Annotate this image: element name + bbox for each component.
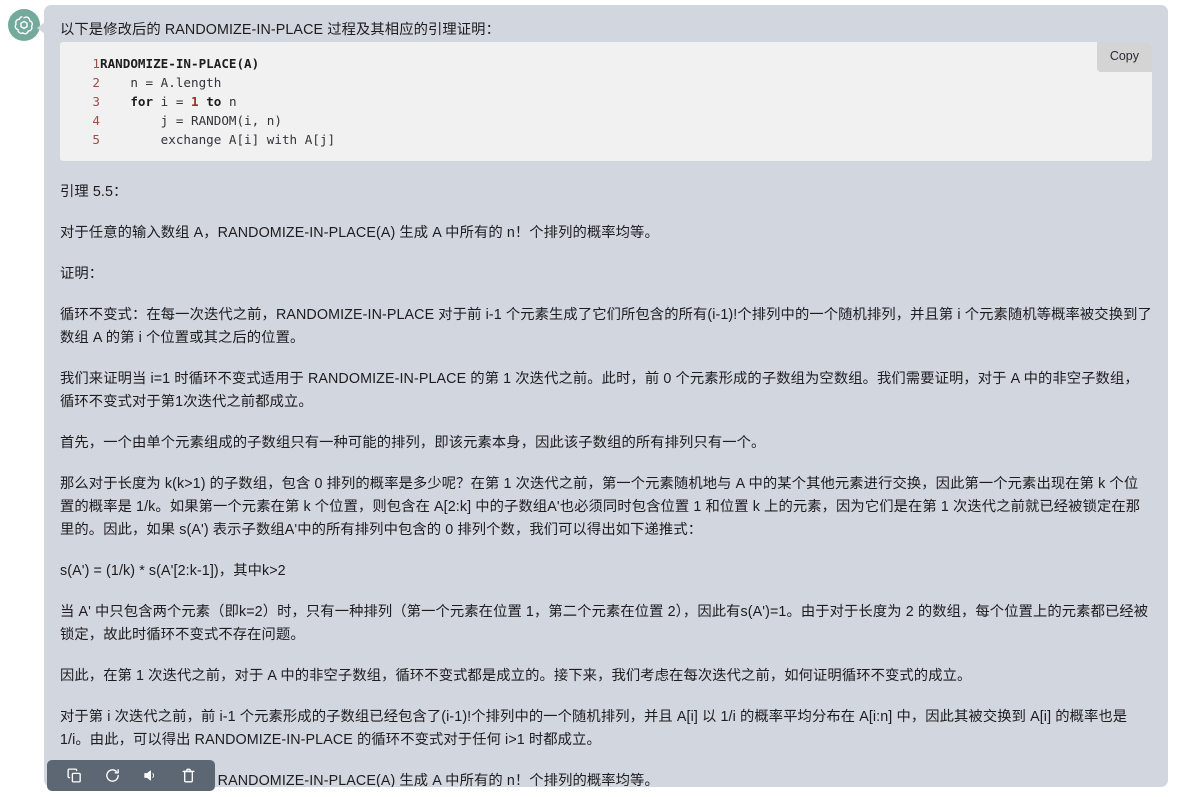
code-table: 1 RANDOMIZE-IN-PLACE(A) 2 n = A.length 3 fo… bbox=[60, 54, 335, 149]
proof-paragraph: 对于任意的输入数组 A，RANDOMIZE-IN-PLACE(A) 生成 A 中… bbox=[60, 225, 659, 241]
assistant-message-bubble: 以下是修改后的 RANDOMIZE-IN-PLACE 过程及其相应的引理证明： … bbox=[44, 5, 1168, 787]
code-line-content: n = A.length bbox=[100, 75, 222, 90]
code-line-content: RANDOMIZE-IN-PLACE(A) bbox=[100, 56, 260, 71]
proof-paragraph: s(A') = (1/k) * s(A'[2:k-1])，其中k>2 bbox=[60, 563, 286, 579]
proof-paragraph: 引理 5.5： bbox=[60, 184, 128, 200]
code-line: 1 RANDOMIZE-IN-PLACE(A) bbox=[60, 54, 335, 73]
chatgpt-logo-icon bbox=[13, 14, 35, 36]
read-aloud-button[interactable] bbox=[131, 760, 169, 791]
intro-paragraph: 以下是修改后的 RANDOMIZE-IN-PLACE 过程及其相应的引理证明： bbox=[60, 22, 500, 38]
code-line-number: 1 bbox=[92, 56, 100, 71]
proof-paragraphs: 引理 5.5： 对于任意的输入数组 A，RANDOMIZE-IN-PLACE(A)… bbox=[60, 181, 1152, 787]
code-line: 3 for i = 1 to n bbox=[60, 92, 335, 111]
proof-paragraph: 当 A' 中只包含两个元素（即k=2）时，只有一种排列（第一个元素在位置 1，第… bbox=[60, 604, 1149, 643]
code-line-number: 4 bbox=[92, 113, 100, 128]
code-line-number: 5 bbox=[92, 132, 100, 147]
proof-paragraph: 证明： bbox=[60, 266, 104, 282]
trash-icon bbox=[180, 767, 197, 784]
message-action-toolbar bbox=[47, 760, 215, 791]
code-line-number: 3 bbox=[92, 94, 100, 109]
code-block: Copy 1 RANDOMIZE-IN-PLACE(A) 2 n = A.lengt… bbox=[60, 42, 1152, 161]
delete-button[interactable] bbox=[169, 760, 207, 791]
regenerate-icon bbox=[104, 767, 121, 784]
proof-paragraph: 对于第 i 次迭代之前，前 i-1 个元素形成的子数组已经包含了(i-1)!个排… bbox=[60, 709, 1128, 748]
proof-paragraph: 循环不变式：在每一次迭代之前，RANDOMIZE-IN-PLACE 对于前 i-… bbox=[60, 307, 1152, 346]
avatar bbox=[8, 9, 40, 41]
code-line-number: 2 bbox=[92, 75, 100, 90]
copy-code-button[interactable]: Copy bbox=[1096, 42, 1152, 72]
proof-paragraph: 因此，在第 1 次迭代之前，对于 A 中的非空子数组，循环不变式都是成立的。接下… bbox=[60, 668, 972, 684]
proof-paragraph: 首先，一个由单个元素组成的子数组只有一种可能的排列，即该元素本身，因此该子数组的… bbox=[60, 435, 766, 451]
proof-paragraph: 因此，对于输入数组 A，RANDOMIZE-IN-PLACE(A) 生成 A 中… bbox=[60, 773, 659, 787]
code-line: 5 exchange A[i] with A[j] bbox=[60, 130, 335, 149]
code-line: 4 j = RANDOM(i, n) bbox=[60, 111, 335, 130]
code-line-content: for i = 1 to n bbox=[130, 94, 237, 109]
page-root: 以下是修改后的 RANDOMIZE-IN-PLACE 过程及其相应的引理证明： … bbox=[0, 0, 1182, 797]
code-line-content: j = RANDOM(i, n) bbox=[100, 113, 282, 128]
proof-paragraph: 我们来证明当 i=1 时循环不变式适用于 RANDOMIZE-IN-PLACE … bbox=[60, 371, 1139, 410]
copy-message-button[interactable] bbox=[55, 760, 93, 791]
regenerate-button[interactable] bbox=[93, 760, 131, 791]
speaker-icon bbox=[142, 767, 159, 784]
copy-icon bbox=[66, 767, 83, 784]
proof-paragraph: 那么对于长度为 k(k>1) 的子数组，包含 0 排列的概率是多少呢？在第 1 … bbox=[60, 476, 1141, 538]
code-line: 2 n = A.length bbox=[60, 73, 335, 92]
code-line-content: exchange A[i] with A[j] bbox=[100, 132, 336, 147]
